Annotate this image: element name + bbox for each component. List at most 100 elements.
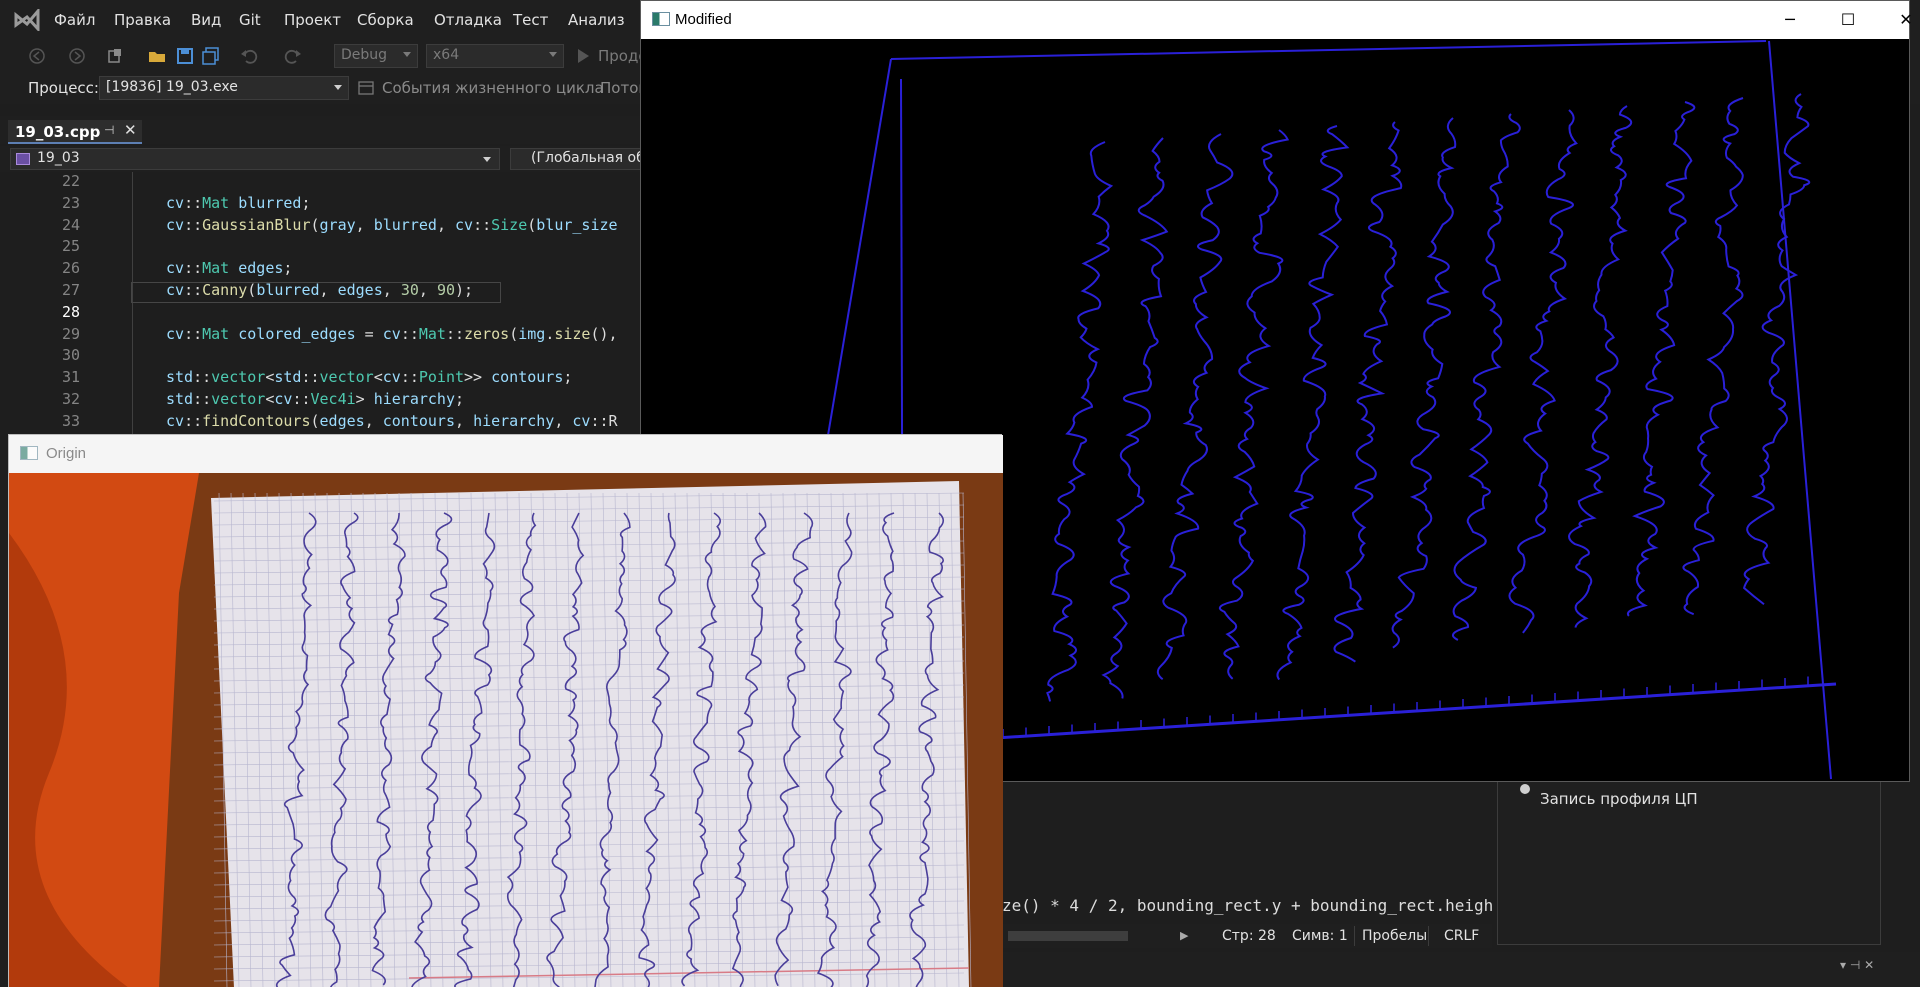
line-number: 26 — [61, 259, 80, 278]
menu-file[interactable]: Файл — [54, 11, 95, 29]
close-icon[interactable]: ✕ — [124, 121, 137, 139]
handwriting-column — [1276, 125, 1350, 681]
line-number: 29 — [61, 324, 80, 343]
whitespace-indicator[interactable]: Пробелы — [1362, 928, 1427, 944]
handwriting-column — [1682, 97, 1744, 616]
save-all-icon[interactable] — [202, 47, 220, 65]
pin-icon[interactable]: ▾ ⊣ ✕ — [1840, 958, 1874, 972]
process-value: [19836] 19_03.exe — [106, 79, 238, 95]
platform-value: x64 — [433, 47, 460, 63]
menu-debug[interactable]: Отладка — [434, 11, 502, 29]
divider — [1354, 926, 1355, 946]
menu-build[interactable]: Сборка — [357, 11, 414, 29]
open-folder-icon[interactable] — [148, 47, 166, 65]
scope-dropdown[interactable]: (Глобальная обл — [510, 148, 650, 170]
code-line[interactable]: 30 — [8, 346, 640, 367]
opencv-window-icon — [20, 446, 38, 460]
chevron-down-icon — [403, 52, 411, 57]
project-dropdown[interactable]: 19_03 — [10, 148, 500, 170]
divider — [1428, 926, 1429, 946]
line-ending-indicator[interactable]: CRLF — [1444, 928, 1479, 944]
play-icon[interactable] — [574, 47, 592, 65]
code-line[interactable]: 24 cv::GaussianBlur(gray, blurred, cv::Si… — [8, 216, 640, 237]
undo-icon[interactable] — [240, 47, 258, 65]
tab-title: 19_03.cpp — [15, 123, 101, 141]
handwriting-column — [1101, 137, 1169, 699]
chevron-down-icon — [334, 85, 342, 90]
redo-icon[interactable] — [284, 47, 302, 65]
tab-19-03-cpp[interactable]: 19_03.cpp ⊣ ✕ — [8, 120, 142, 144]
menu-edit[interactable]: Правка — [114, 11, 171, 29]
code-line[interactable]: 26 cv::Mat edges; — [8, 259, 640, 280]
process-label: Процесс: — [28, 79, 99, 97]
line-number: 23 — [61, 193, 80, 212]
menu-test[interactable]: Тест — [513, 11, 548, 29]
opencv-window-icon — [652, 12, 670, 26]
diagnostic-tools-panel: Запись профиля ЦП — [1497, 770, 1881, 945]
minimize-button[interactable]: ─ — [1761, 1, 1819, 39]
notebook-photo — [9, 473, 1003, 987]
maximize-button[interactable]: ☐ — [1819, 1, 1877, 39]
menu-git[interactable]: Git — [239, 11, 261, 29]
configuration-dropdown[interactable]: Debug — [334, 44, 418, 68]
handwriting-column — [1451, 113, 1521, 641]
origin-titlebar[interactable]: Origin — [9, 435, 1003, 473]
process-dropdown[interactable]: [19836] 19_03.exe — [99, 76, 349, 100]
lifecycle-events-icon[interactable] — [358, 80, 374, 96]
code-line[interactable]: 33 cv::findContours(edges, contours, hier… — [8, 412, 640, 433]
column-indicator[interactable]: Симв: 1 — [1292, 928, 1348, 944]
scroll-right-icon[interactable]: ▶ — [1180, 929, 1188, 942]
menu-view[interactable]: Вид — [191, 11, 221, 29]
line-number: 28 — [61, 302, 80, 321]
handwriting-column — [1046, 141, 1114, 702]
back-icon[interactable] — [28, 47, 46, 65]
handwriting-column — [1391, 117, 1457, 649]
code-line[interactable]: 27 cv::Canny(blurred, edges, 30, 90); — [8, 281, 640, 302]
handwriting-column — [1626, 101, 1696, 617]
code-fragment-text: ze() * 4 / 2, bounding_rect.y + bounding… — [1002, 896, 1494, 915]
code-line[interactable]: 31 std::vector<std::vector<cv::Point>> co… — [8, 368, 640, 389]
menu-project[interactable]: Проект — [284, 11, 341, 29]
lifecycle-events-dropdown[interactable]: События жизненного цикла — [382, 79, 604, 97]
window-title: Modified — [675, 11, 732, 28]
platform-dropdown[interactable]: x64 — [426, 44, 564, 68]
code-line[interactable]: 32 std::vector<cv::Vec4i> hierarchy; — [8, 390, 640, 411]
forward-icon[interactable] — [68, 47, 86, 65]
cpu-profile-item[interactable]: Запись профиля ЦП — [1520, 780, 1820, 808]
pin-icon[interactable]: ⊣ — [104, 123, 114, 137]
code-line[interactable]: 23 cv::Mat blurred; — [8, 194, 640, 215]
code-line[interactable]: 22 — [8, 172, 640, 193]
modified-titlebar[interactable]: Modified ─ ☐ ✕ — [641, 1, 1913, 39]
code-text: std::vector<std::vector<cv::Point>> cont… — [166, 368, 573, 387]
editor-status-strip: ▶ Стр: 28 Симв: 1 Пробелы CRLF — [1002, 924, 1492, 948]
project-icon — [16, 153, 30, 165]
chevron-down-icon — [549, 52, 557, 57]
editor-tab-strip: 19_03.cpp ⊣ ✕ — [0, 116, 640, 144]
origin-window[interactable]: Origin — [8, 434, 1003, 987]
page-edge-bottom — [902, 682, 1837, 746]
code-line[interactable]: 25 — [8, 237, 640, 258]
line-indicator[interactable]: Стр: 28 — [1222, 928, 1276, 944]
code-editor[interactable]: 2223 cv::Mat blurred; 24 cv::GaussianBlur(g… — [8, 172, 640, 434]
new-item-icon[interactable] — [106, 47, 124, 65]
handwriting-column — [1156, 133, 1234, 681]
code-line[interactable]: 28 — [8, 303, 640, 324]
close-button[interactable]: ✕ — [1877, 1, 1920, 39]
horizontal-scrollbar[interactable] — [1008, 931, 1128, 941]
menu-analyze[interactable]: Анализ — [568, 11, 625, 29]
handwriting-column — [1742, 93, 1811, 606]
project-value: 19_03 — [37, 150, 80, 166]
save-icon[interactable] — [176, 47, 194, 65]
code-text: std::vector<cv::Vec4i> hierarchy; — [166, 390, 465, 408]
record-dot-icon — [1520, 784, 1530, 794]
code-fragment: ze() * 4 / 2, bounding_rect.y + bounding… — [1002, 896, 1493, 915]
code-text: cv::findContours(edges, contours, hierar… — [166, 411, 618, 430]
line-number: 27 — [61, 281, 80, 299]
code-text: cv::Mat edges; — [166, 259, 293, 278]
visual-studio-logo-icon[interactable] — [14, 9, 40, 31]
configuration-value: Debug — [341, 47, 388, 63]
cpu-profile-label: Запись профиля ЦП — [1540, 790, 1698, 808]
scope-value: (Глобальная обл — [531, 150, 650, 166]
line-number: 22 — [61, 172, 80, 190]
code-line[interactable]: 29 cv::Mat colored_edges = cv::Mat::zeros… — [8, 325, 640, 346]
